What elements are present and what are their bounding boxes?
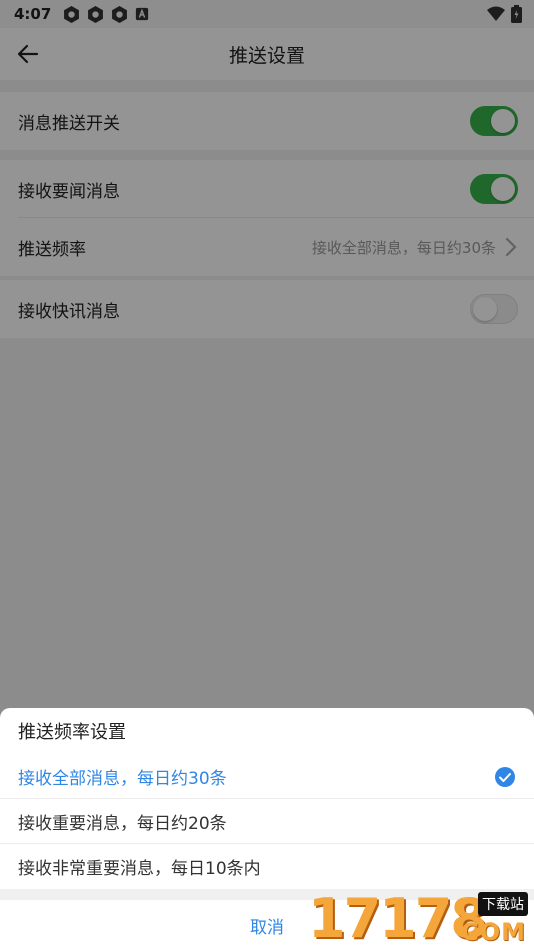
- sheet-title: 推送频率设置: [18, 722, 126, 743]
- watermark-tag: 下载站: [478, 892, 528, 916]
- option-important-messages[interactable]: 接收重要消息，每日约20条: [0, 799, 534, 844]
- option-all-messages[interactable]: 接收全部消息，每日约30条: [0, 754, 534, 799]
- option-very-important-messages[interactable]: 接收非常重要消息，每日10条内: [0, 844, 534, 889]
- watermark-number: 17178: [308, 887, 488, 950]
- watermark-domain: COM: [461, 918, 526, 946]
- site-watermark: 17178 下载站 COM: [308, 888, 534, 950]
- check-circle-icon: [495, 766, 515, 787]
- option-label: 接收全部消息，每日约30条: [18, 769, 227, 789]
- option-label: 接收重要消息，每日约20条: [18, 814, 227, 834]
- option-label: 接收非常重要消息，每日10条内: [18, 859, 261, 879]
